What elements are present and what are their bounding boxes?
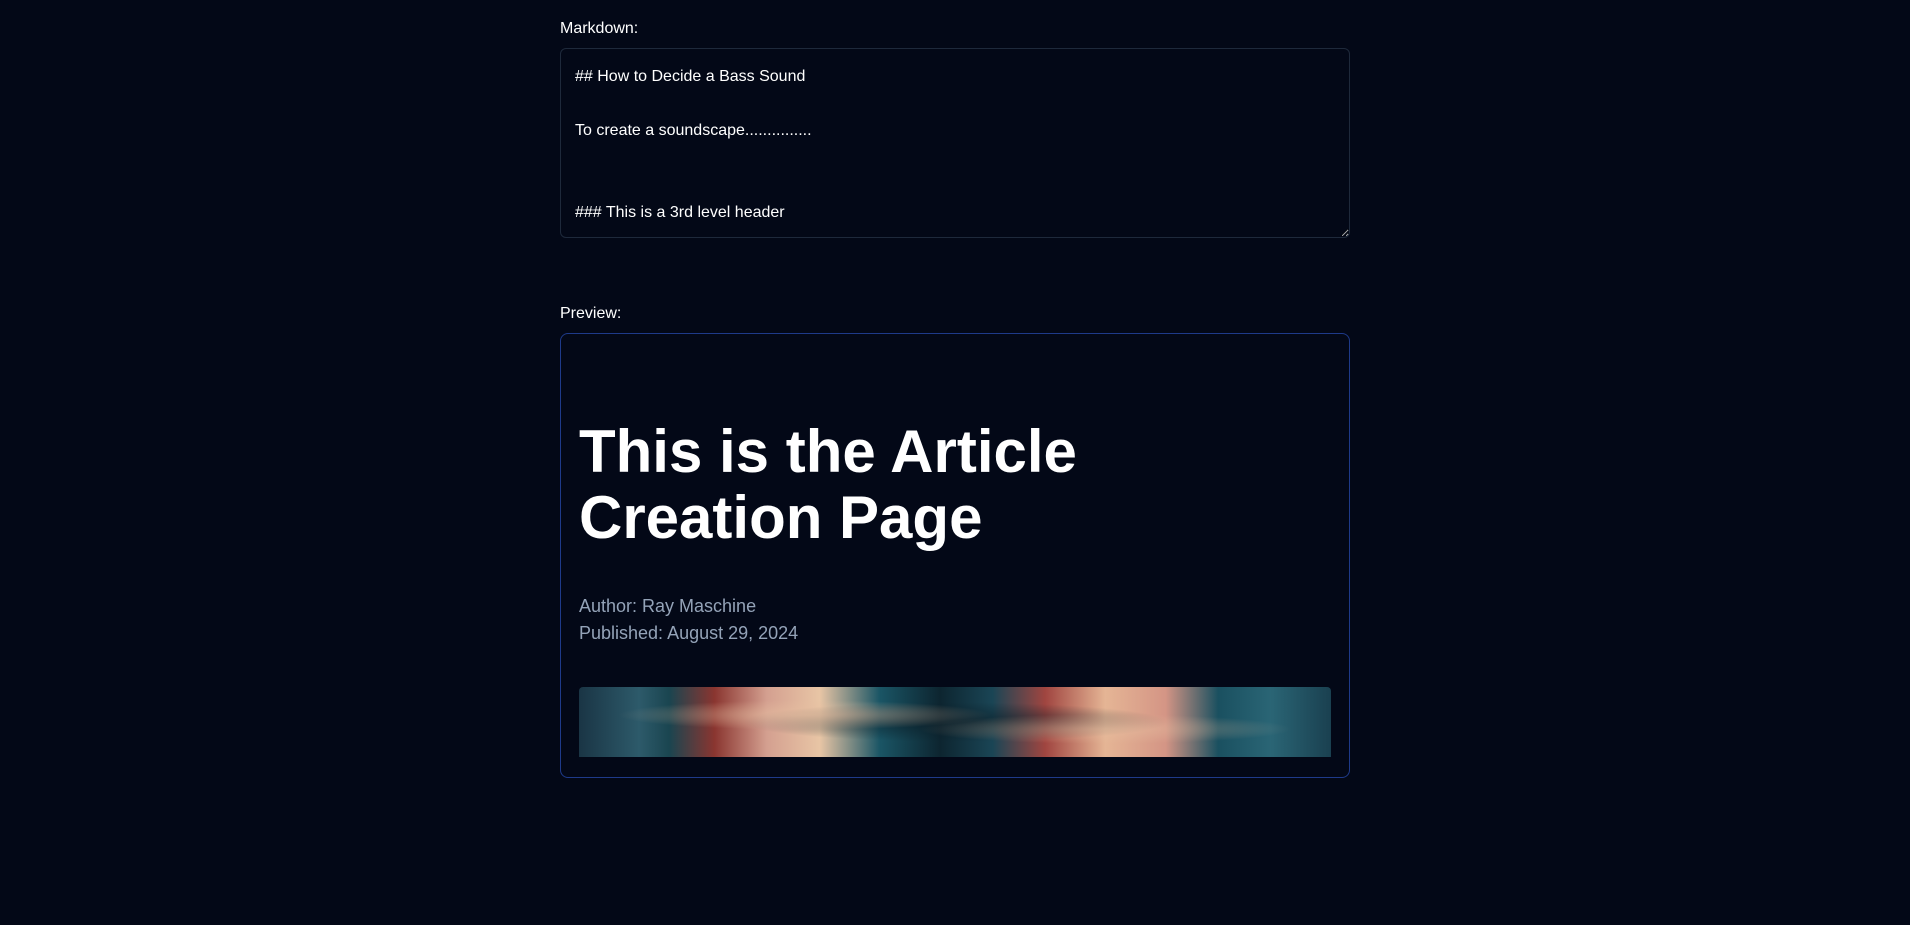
published-line: Published: August 29, 2024 xyxy=(579,620,1331,647)
article-meta: Author: Ray Maschine Published: August 2… xyxy=(579,593,1331,647)
section-spacer xyxy=(560,243,1350,305)
article-hero-image xyxy=(579,687,1331,757)
preview-label: Preview: xyxy=(560,305,1350,323)
article-title: This is the Article Creation Page xyxy=(579,419,1331,551)
preview-panel: This is the Article Creation Page Author… xyxy=(560,333,1350,778)
editor-container: Markdown: Preview: This is the Article C… xyxy=(560,20,1350,925)
author-line: Author: Ray Maschine xyxy=(579,593,1331,620)
markdown-input[interactable] xyxy=(560,48,1350,238)
markdown-label: Markdown: xyxy=(560,20,1350,38)
